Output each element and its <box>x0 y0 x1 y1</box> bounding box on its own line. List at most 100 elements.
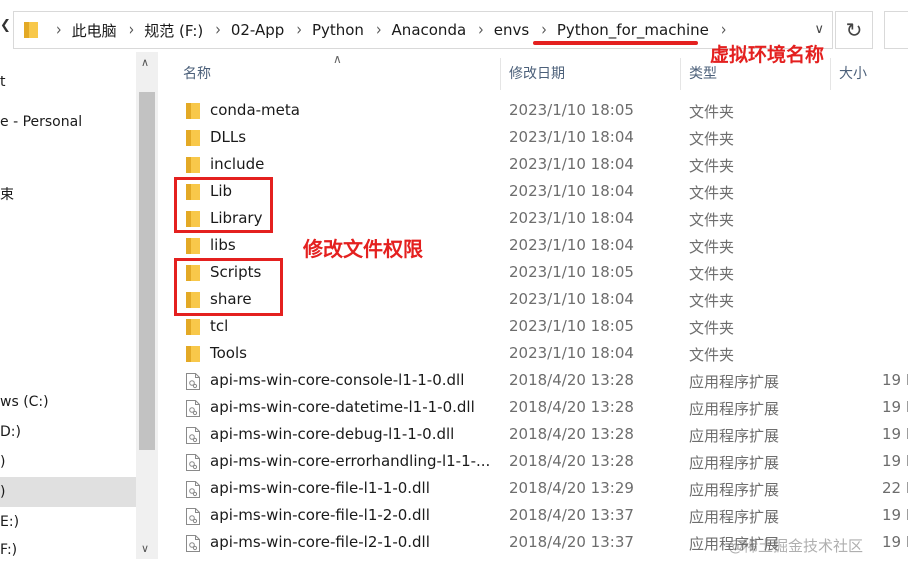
file-date: 2023/1/10 18:04 <box>509 344 634 362</box>
file-name: libs <box>210 236 236 254</box>
breadcrumb-item[interactable]: Python <box>312 21 364 39</box>
breadcrumb-item[interactable]: envs <box>494 21 529 39</box>
nav-selected-highlight <box>0 477 136 507</box>
nav-item-drive[interactable]: ) <box>0 454 5 470</box>
breadcrumb-item[interactable]: 规范 (F:) <box>144 20 203 41</box>
file-size: 19 K <box>882 371 908 389</box>
table-row[interactable]: api-ms-win-core-datetime-l1-1-0.dll 2018/… <box>160 394 908 421</box>
annotation-modify-permissions: 修改文件权限 <box>303 237 423 261</box>
file-date: 2018/4/20 13:29 <box>509 479 634 497</box>
table-row[interactable]: api-ms-win-core-debug-l1-1-0.dll 2018/4/2… <box>160 421 908 448</box>
nav-scrollbar[interactable]: ∧ ∨ <box>136 52 158 559</box>
column-header-type[interactable]: 类型 <box>689 58 717 88</box>
chevron-right-icon[interactable]: › <box>364 20 392 39</box>
scrollbar-thumb[interactable] <box>139 92 155 450</box>
file-date: 2023/1/10 18:04 <box>509 290 634 308</box>
file-type: 应用程序扩展 <box>689 508 780 526</box>
table-row[interactable]: api-ms-win-core-file-l1-2-0.dll 2018/4/20… <box>160 502 908 529</box>
column-divider <box>830 58 831 90</box>
file-name: api-ms-win-core-file-l1-1-0.dll <box>210 479 430 497</box>
folder-icon <box>24 22 38 38</box>
nav-item-drive[interactable]: ) <box>0 484 5 500</box>
table-row[interactable]: conda-meta 2023/1/10 18:05 文件夹 <box>160 97 908 124</box>
file-date: 2018/4/20 13:37 <box>509 506 634 524</box>
nav-item[interactable]: 束 <box>0 184 14 204</box>
table-row[interactable]: api-ms-win-core-file-l1-1-0.dll 2018/4/20… <box>160 475 908 502</box>
file-date: 2018/4/20 13:28 <box>509 425 634 443</box>
navigation-pane: t e - Personal 束 ws (C:) D:) ) ) E:) F:) <box>0 62 136 573</box>
file-size: 19 K <box>882 533 908 551</box>
folder-icon <box>186 103 200 119</box>
chevron-right-icon[interactable]: › <box>203 20 231 39</box>
file-type: 文件夹 <box>689 238 735 256</box>
file-date: 2023/1/10 18:04 <box>509 182 634 200</box>
file-name: api-ms-win-core-debug-l1-1-0.dll <box>210 425 455 443</box>
chevron-right-icon[interactable]: › <box>44 20 72 39</box>
nav-item-drive[interactable]: D:) <box>0 424 21 440</box>
annotation-env-name: 虚拟环境名称 <box>710 44 825 66</box>
breadcrumb-item[interactable]: Python_for_machine <box>557 21 709 39</box>
sort-ascending-icon: ∧ <box>333 52 342 66</box>
table-row[interactable]: Tools 2023/1/10 18:04 文件夹 <box>160 340 908 367</box>
refresh-icon: ↻ <box>845 18 863 42</box>
file-date: 2018/4/20 13:28 <box>509 371 634 389</box>
file-name: api-ms-win-core-datetime-l1-1-0.dll <box>210 398 475 416</box>
column-header-name[interactable]: 名称 <box>183 58 211 88</box>
breadcrumb-item[interactable]: 此电脑 <box>72 20 117 41</box>
dll-file-icon <box>186 454 200 471</box>
chevron-right-icon[interactable]: › <box>284 20 312 39</box>
nav-item-drive[interactable]: F:) <box>0 542 17 558</box>
file-type: 文件夹 <box>689 292 735 310</box>
file-date: 2023/1/10 18:05 <box>509 317 634 335</box>
search-input[interactable] <box>884 11 908 49</box>
column-header-size[interactable]: 大小 <box>839 58 867 88</box>
file-name: include <box>210 155 265 173</box>
table-row[interactable]: libs 2023/1/10 18:04 文件夹 <box>160 232 908 259</box>
file-name: DLLs <box>210 128 247 146</box>
file-date: 2018/4/20 13:28 <box>509 398 634 416</box>
chevron-down-icon[interactable]: ∨ <box>814 22 824 37</box>
chevron-right-icon[interactable]: › <box>117 20 145 39</box>
chevron-right-icon[interactable]: › <box>709 20 737 39</box>
nav-item-drive-c[interactable]: ws (C:) <box>0 394 49 410</box>
file-name: api-ms-win-core-console-l1-1-0.dll <box>210 371 465 389</box>
table-row[interactable]: tcl 2023/1/10 18:05 文件夹 <box>160 313 908 340</box>
folder-icon <box>186 157 200 173</box>
file-date: 2023/1/10 18:04 <box>509 128 634 146</box>
dll-file-icon <box>186 535 200 552</box>
file-type: 文件夹 <box>689 265 735 283</box>
highlight-box-scripts-share <box>174 258 283 316</box>
chevron-right-icon[interactable]: › <box>529 20 557 39</box>
table-row[interactable]: api-ms-win-core-console-l1-1-0.dll 2018/4… <box>160 367 908 394</box>
folder-icon <box>186 238 200 254</box>
file-date: 2018/4/20 13:37 <box>509 533 634 551</box>
column-header-date[interactable]: 修改日期 <box>509 58 565 88</box>
scroll-up-icon[interactable]: ∧ <box>141 56 149 69</box>
nav-item[interactable]: t <box>0 74 6 90</box>
file-date: 2023/1/10 18:05 <box>509 263 634 281</box>
table-row[interactable]: include 2023/1/10 18:04 文件夹 <box>160 151 908 178</box>
back-arrow-icon[interactable]: ❮ <box>0 18 11 33</box>
chevron-right-icon[interactable]: › <box>466 20 494 39</box>
file-type: 文件夹 <box>689 130 735 148</box>
file-size: 19 K <box>882 425 908 443</box>
file-date: 2018/4/20 13:28 <box>509 452 634 470</box>
nav-item-drive[interactable]: E:) <box>0 514 19 530</box>
column-divider <box>500 58 501 90</box>
file-size: 19 K <box>882 398 908 416</box>
file-type: 文件夹 <box>689 211 735 229</box>
breadcrumb-item[interactable]: Anaconda <box>392 21 467 39</box>
scroll-down-icon[interactable]: ∨ <box>141 542 149 555</box>
folder-icon <box>186 346 200 362</box>
file-type: 应用程序扩展 <box>689 454 780 472</box>
table-row[interactable]: api-ms-win-core-errorhandling-l1-1-... 20… <box>160 448 908 475</box>
breadcrumb-item[interactable]: 02-App <box>231 21 284 39</box>
table-row[interactable]: DLLs 2023/1/10 18:04 文件夹 <box>160 124 908 151</box>
file-type: 文件夹 <box>689 346 735 364</box>
column-divider <box>680 58 681 90</box>
file-name: tcl <box>210 317 229 335</box>
file-type: 应用程序扩展 <box>689 400 780 418</box>
dll-file-icon <box>186 373 200 390</box>
refresh-button[interactable]: ↻ <box>835 11 873 49</box>
nav-item-onedrive[interactable]: e - Personal <box>0 114 82 130</box>
